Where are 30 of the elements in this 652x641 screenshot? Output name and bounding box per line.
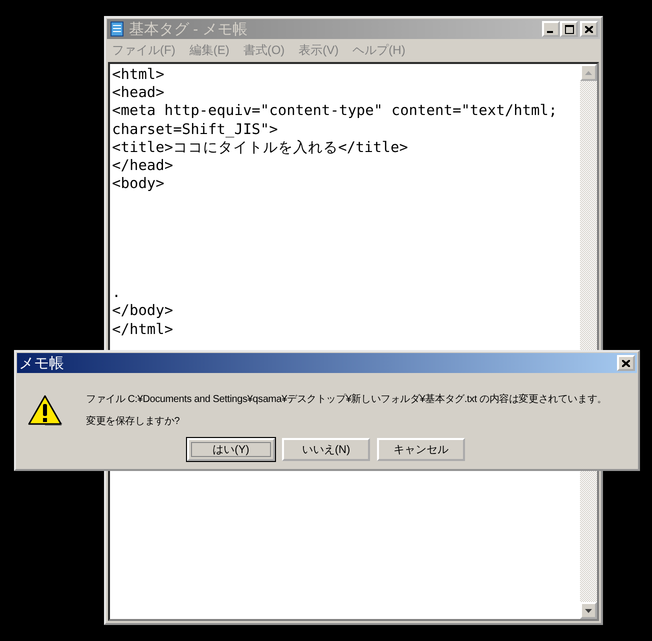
- text-line: <title>ココにタイトルを入れる</title>: [112, 138, 409, 157]
- close-icon: [622, 360, 630, 366]
- notepad-icon: [109, 21, 125, 37]
- text-line: </html>: [112, 320, 174, 339]
- text-line: <head>: [112, 84, 166, 102]
- text-line: </body>: [112, 302, 174, 321]
- close-icon: [585, 26, 593, 32]
- window-title: 基本タグ - メモ帳: [129, 20, 248, 38]
- maximize-icon: [564, 24, 574, 34]
- scroll-up-button[interactable]: [580, 64, 597, 81]
- up-arrow-icon: [585, 70, 592, 74]
- menu-item[interactable]: ファイル(F): [112, 42, 176, 58]
- dialog-title: メモ帳: [19, 354, 64, 372]
- text-line: <meta http-equiv="content-type" content="text/html;: [112, 102, 558, 121]
- text-line: <html>: [112, 66, 166, 84]
- close-button[interactable]: [617, 355, 635, 371]
- down-arrow-icon: [585, 608, 592, 612]
- text-line: .: [112, 284, 122, 302]
- text-line: charset=Shift_JIS">: [112, 120, 279, 139]
- text-line: </head>: [112, 156, 174, 176]
- text-line: <body>: [112, 175, 166, 194]
- menu-item[interactable]: 書式(O): [243, 42, 285, 58]
- warning-icon: [28, 394, 62, 426]
- scroll-down-button[interactable]: [580, 602, 597, 619]
- menu-item[interactable]: 表示(V): [298, 42, 339, 58]
- dialog-button[interactable]: キャンセル: [377, 438, 465, 461]
- menu-item[interactable]: ヘルプ(H): [352, 42, 406, 58]
- dialog-button[interactable]: はい(Y): [187, 438, 275, 461]
- dialog-button[interactable]: いいえ(N): [282, 438, 370, 461]
- menu-item[interactable]: 編集(E): [189, 42, 230, 58]
